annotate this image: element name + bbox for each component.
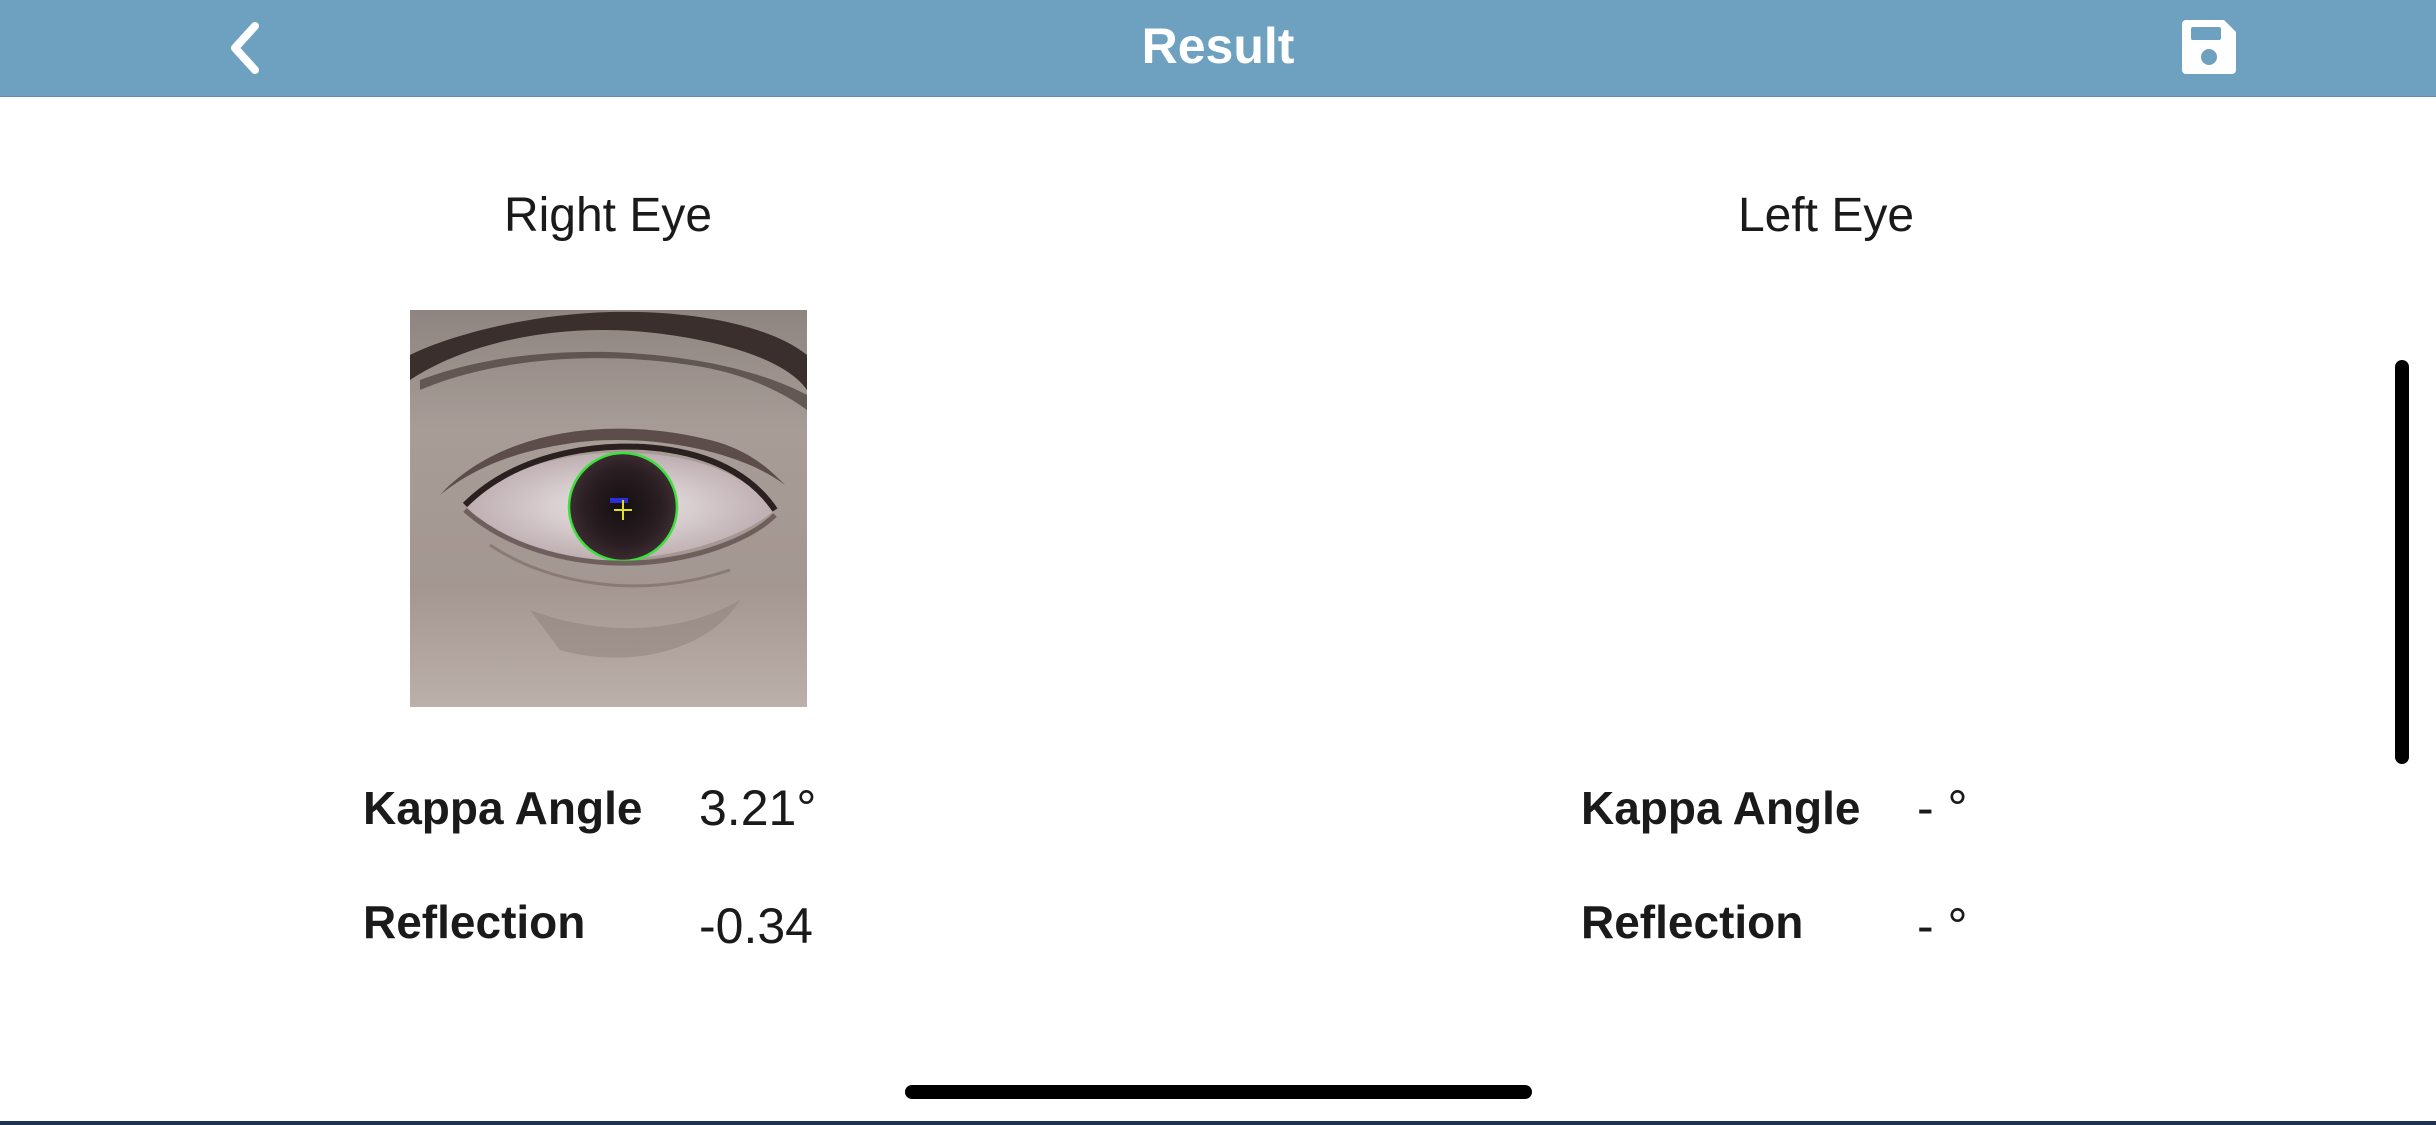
right-reflection-value: -0.34 bbox=[699, 898, 813, 954]
navigation-bar: Result bbox=[0, 0, 2436, 97]
left-reflection-label: Reflection bbox=[1581, 896, 1804, 948]
home-indicator[interactable] bbox=[905, 1085, 1532, 1099]
left-kappa-angle-value: - ° bbox=[1917, 780, 1968, 836]
right-kappa-angle-value: 3.21° bbox=[699, 780, 817, 836]
right-eye-heading: Right Eye bbox=[503, 189, 713, 242]
bottom-edge-divider bbox=[0, 1121, 2436, 1125]
right-eye-image bbox=[410, 310, 807, 707]
save-button[interactable] bbox=[2178, 16, 2240, 78]
left-eye-heading: Left Eye bbox=[1737, 189, 1915, 242]
left-reflection-value: - ° bbox=[1917, 898, 1968, 954]
right-kappa-angle-label: Kappa Angle bbox=[363, 782, 643, 834]
vertical-scrollbar[interactable] bbox=[2395, 360, 2409, 764]
floppy-disk-icon bbox=[2182, 20, 2236, 74]
right-reflection-label: Reflection bbox=[363, 896, 586, 948]
page-title: Result bbox=[1141, 18, 1295, 74]
left-kappa-angle-label: Kappa Angle bbox=[1581, 782, 1861, 834]
